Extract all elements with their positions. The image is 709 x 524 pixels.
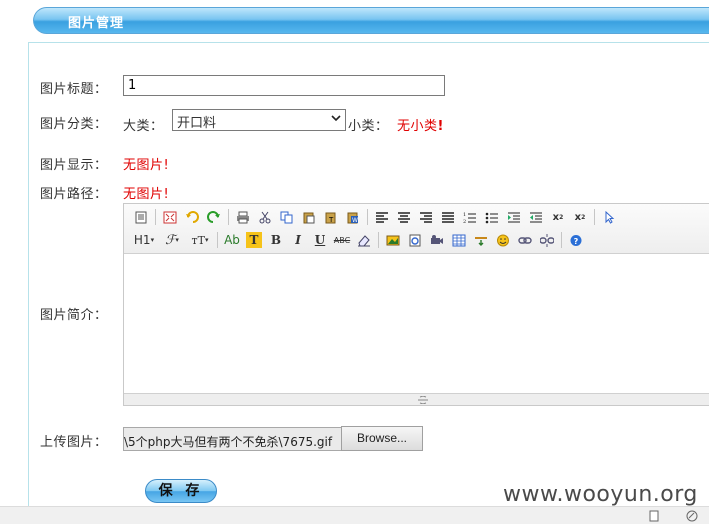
cut-icon[interactable] <box>254 207 276 227</box>
display-label: 图片显示： <box>40 158 108 173</box>
svg-text:W: W <box>352 217 358 224</box>
align-right-icon[interactable] <box>415 207 437 227</box>
copy-icon[interactable] <box>276 207 298 227</box>
font-dropdown[interactable]: ℱ ▾ <box>158 230 186 250</box>
browse-button[interactable]: Browse... <box>341 426 423 451</box>
ordered-list-icon[interactable]: 12 <box>459 207 481 227</box>
media-icon[interactable] <box>426 230 448 250</box>
source-icon[interactable] <box>130 207 152 227</box>
align-left-icon[interactable] <box>371 207 393 227</box>
toolbar-row-1: T W 12 x2 x2 <box>130 206 620 228</box>
strikethrough-button[interactable]: ABC <box>331 230 353 250</box>
font-size-dropdown[interactable]: тT ▾ <box>186 230 214 250</box>
small-category-none: 无小类! <box>397 119 444 134</box>
superscript-icon[interactable]: x2 <box>569 207 591 227</box>
watermark: www.wooyun.org <box>503 482 698 507</box>
big-category-label: 大类： <box>123 119 164 134</box>
table-icon[interactable] <box>448 230 470 250</box>
undo-icon[interactable] <box>181 207 203 227</box>
save-button[interactable]: 保 存 <box>145 479 217 503</box>
underline-button[interactable]: U <box>309 230 331 250</box>
emoticon-icon[interactable] <box>492 230 514 250</box>
font-color-button[interactable]: Ab <box>221 230 243 250</box>
toolbar-row-2: H1 ▾ ℱ ▾ тT ▾ Ab T B I U ABC ? <box>130 229 587 251</box>
editor-toolbar: T W 12 x2 x2 H1 ▾ ℱ ▾ тT ▾ Ab T B I U AB… <box>124 204 709 254</box>
bold-button[interactable]: B <box>265 230 287 250</box>
align-center-icon[interactable] <box>393 207 415 227</box>
heading-dropdown[interactable]: H1 ▾ <box>130 230 158 250</box>
editor-resize-handle[interactable] <box>124 393 709 405</box>
path-label: 图片路径： <box>40 187 108 202</box>
path-value: 无图片! <box>123 187 170 202</box>
category-label: 图片分类： <box>40 117 108 132</box>
browser-status-bar <box>0 506 709 524</box>
svg-text:1: 1 <box>463 212 466 218</box>
background-color-button[interactable]: T <box>246 232 262 248</box>
align-justify-icon[interactable] <box>437 207 459 227</box>
hr-icon[interactable] <box>470 230 492 250</box>
italic-button[interactable]: I <box>287 230 309 250</box>
unlink-icon[interactable] <box>536 230 558 250</box>
rich-text-editor[interactable]: T W 12 x2 x2 H1 ▾ ℱ ▾ тT ▾ Ab T B I U AB… <box>123 203 709 406</box>
big-category-select[interactable]: 开口料 <box>172 109 346 131</box>
indent-icon[interactable] <box>503 207 525 227</box>
svg-text:T: T <box>328 216 334 224</box>
page-icon <box>649 510 659 524</box>
title-input[interactable] <box>123 75 445 96</box>
help-icon[interactable]: ? <box>565 230 587 250</box>
paste-icon[interactable] <box>298 207 320 227</box>
paste-word-icon[interactable]: W <box>342 207 364 227</box>
select-all-icon[interactable] <box>598 207 620 227</box>
upload-file-path[interactable]: \5个php大马但有两个不免杀\7675.gif <box>123 427 342 451</box>
big-category-value: 开口料 <box>177 116 217 131</box>
upload-file-value: \5个php大马但有两个不免杀\7675.gif <box>124 435 333 449</box>
link-icon[interactable] <box>514 230 536 250</box>
eraser-icon[interactable] <box>353 230 375 250</box>
redo-icon[interactable] <box>203 207 225 227</box>
print-icon[interactable] <box>232 207 254 227</box>
subscript-icon[interactable]: x2 <box>547 207 569 227</box>
editor-content-area[interactable] <box>124 254 709 394</box>
title-label: 图片标题： <box>40 82 108 97</box>
outdent-icon[interactable] <box>525 207 547 227</box>
fullscreen-icon[interactable] <box>159 207 181 227</box>
svg-text:?: ? <box>574 237 579 246</box>
page-title: 图片管理 <box>68 16 125 31</box>
page-header-bar: 图片管理 <box>33 7 709 34</box>
paste-text-icon[interactable]: T <box>320 207 342 227</box>
svg-text:2: 2 <box>463 219 466 224</box>
upload-label: 上传图片： <box>40 435 108 450</box>
intro-label: 图片简介： <box>40 308 108 323</box>
unordered-list-icon[interactable] <box>481 207 503 227</box>
chevron-down-icon <box>330 112 342 127</box>
zoom-icon[interactable] <box>685 510 699 524</box>
small-category-label: 小类： <box>348 119 389 134</box>
display-value: 无图片! <box>123 158 170 173</box>
flash-icon[interactable] <box>404 230 426 250</box>
image-icon[interactable] <box>382 230 404 250</box>
